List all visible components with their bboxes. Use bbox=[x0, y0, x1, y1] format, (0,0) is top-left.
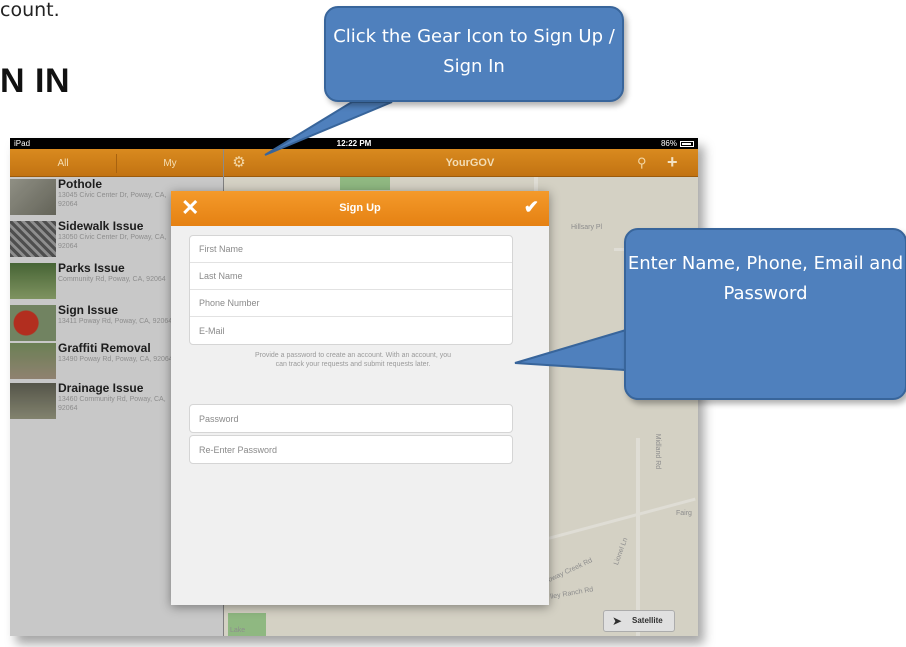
modal-header: ✕ Sign Up ✔ bbox=[171, 191, 549, 226]
re-password-field-group bbox=[189, 435, 513, 464]
re-password-field[interactable] bbox=[190, 436, 512, 463]
battery-icon bbox=[680, 140, 694, 147]
password-row bbox=[190, 405, 512, 432]
add-icon[interactable]: + bbox=[667, 152, 678, 173]
gear-icon[interactable]: ⚙ bbox=[232, 155, 246, 170]
last-name-row bbox=[190, 263, 512, 290]
search-icon[interactable]: ⚲ bbox=[637, 155, 647, 171]
email-row bbox=[190, 317, 512, 344]
status-right: 86% bbox=[661, 138, 694, 149]
fields-callout: Enter Name, Phone, Email and Password bbox=[624, 228, 906, 400]
contact-fields bbox=[189, 235, 513, 345]
phone-field[interactable] bbox=[190, 290, 512, 316]
document-heading: N IN bbox=[0, 62, 70, 100]
modal-title: Sign Up bbox=[339, 202, 381, 214]
phone-row bbox=[190, 290, 512, 317]
first-name-row bbox=[190, 236, 512, 263]
document-intro-text: count. bbox=[0, 0, 60, 21]
battery-percent: 86% bbox=[660, 139, 677, 148]
status-time: 12:22 PM bbox=[336, 139, 372, 148]
gear-callout: Click the Gear Icon to Sign Up / Sign In bbox=[324, 6, 624, 102]
sign-up-modal: ✕ Sign Up ✔ Provide a password to create… bbox=[171, 191, 549, 605]
segment-my[interactable]: My bbox=[117, 154, 223, 173]
segment-all[interactable]: All bbox=[10, 154, 117, 173]
re-password-row bbox=[190, 436, 512, 463]
check-icon[interactable]: ✔ bbox=[524, 197, 539, 218]
password-field-group bbox=[189, 404, 513, 433]
nav-bar: All My ⚙ YourGOV ⚲ + bbox=[10, 149, 698, 177]
email-field[interactable] bbox=[190, 317, 512, 344]
status-bar: iPad 12:22 PM 86% bbox=[10, 138, 698, 149]
app-screenshot: iPad 12:22 PM 86% All My ⚙ YourGOV ⚲ + P… bbox=[10, 138, 698, 636]
app-title: YourGOV bbox=[445, 157, 495, 169]
last-name-field[interactable] bbox=[190, 263, 512, 289]
first-name-field[interactable] bbox=[190, 236, 512, 262]
password-field[interactable] bbox=[190, 405, 512, 432]
password-helper-text: Provide a password to create an account.… bbox=[254, 352, 452, 368]
